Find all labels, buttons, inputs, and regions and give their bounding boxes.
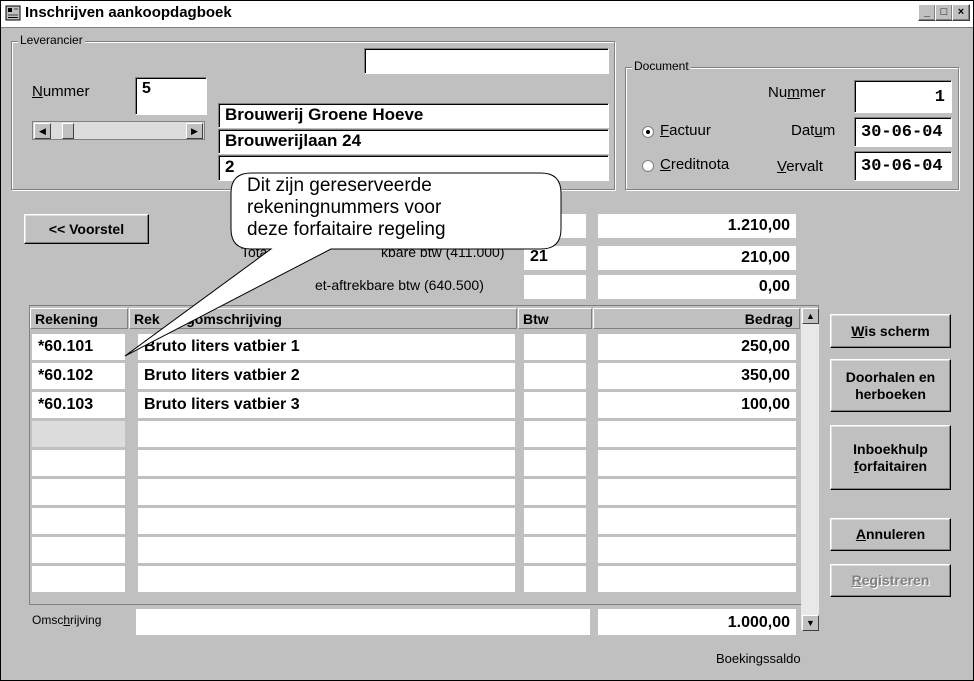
creditnota-label[interactable]: Creditnota <box>660 156 729 173</box>
document-nummer-label: Nummer <box>768 84 826 101</box>
app-icon <box>5 5 21 21</box>
close-icon[interactable]: × <box>952 4 970 21</box>
doorhalen-button[interactable]: Doorhalen en herboeken <box>830 359 951 412</box>
callout-line-1: Dit zijn gereserveerde <box>247 175 432 196</box>
row-9-bedrag-cell[interactable] <box>598 566 796 592</box>
row-3-bedrag-cell[interactable]: 100,00 <box>598 392 796 418</box>
row-3-btw-cell[interactable] <box>524 392 586 418</box>
row-3-omschrijving-cell[interactable]: Bruto liters vatbier 3 <box>138 392 515 418</box>
omschrijving-label: Omschrijving <box>32 613 102 627</box>
row-5-btw-cell[interactable] <box>524 450 586 476</box>
row-7-btw-cell[interactable] <box>524 508 586 534</box>
callout-line-2: rekeningnummers voor <box>247 197 442 218</box>
leverancier-scrollbar[interactable]: ◀ ▶ <box>32 121 205 140</box>
row-2-bedrag-cell[interactable]: 350,00 <box>598 363 796 389</box>
document-nummer-input[interactable]: 1 <box>854 80 952 113</box>
minimize-icon[interactable]: _ <box>918 4 936 21</box>
annuleren-button[interactable]: Annuleren <box>830 518 951 551</box>
row-4-rekening-cell[interactable] <box>32 421 125 447</box>
row-8-omschrijving-cell[interactable] <box>138 537 515 563</box>
leverancier-naam-field[interactable]: Brouwerij Groene Hoeve <box>218 103 609 128</box>
scroll-down-icon[interactable]: ▼ <box>802 615 819 631</box>
grid-scrollbar[interactable] <box>801 308 819 631</box>
row-2-rekening-cell[interactable]: *60.102 <box>32 363 125 389</box>
callout-line-3: deze forfaitaire regeling <box>247 219 446 240</box>
row-9-btw-cell[interactable] <box>524 566 586 592</box>
scroll-up-icon[interactable]: ▲ <box>802 308 819 324</box>
wis-scherm-button[interactable]: Wis scherm <box>830 314 951 348</box>
window-title: Inschrijven aankoopdagboek <box>25 4 232 21</box>
header-rekening[interactable]: Rekening <box>30 308 128 329</box>
row-9-omschrijving-cell[interactable] <box>138 566 515 592</box>
scroll-left-icon[interactable]: ◀ <box>34 123 51 139</box>
row-9-rekening-cell[interactable] <box>32 566 125 592</box>
row-4-btw-cell[interactable] <box>524 421 586 447</box>
header-bedrag[interactable]: Bedrag <box>593 308 800 329</box>
datum-input[interactable]: 30-06-04 <box>854 117 952 147</box>
aftrek-value[interactable]: 210,00 <box>598 246 796 270</box>
saldo-value: 1.000,00 <box>598 609 796 635</box>
omschrijving-input[interactable] <box>136 609 590 635</box>
factuur-radio[interactable] <box>642 126 654 138</box>
row-6-rekening-cell[interactable] <box>32 479 125 505</box>
leverancier-nummer-input[interactable]: 5 <box>135 77 207 115</box>
row-1-bedrag-cell[interactable]: 250,00 <box>598 334 796 360</box>
leverancier-group-label: Leverancier <box>18 33 85 47</box>
niet-aftrek-value[interactable]: 0,00 <box>598 275 796 299</box>
creditnota-radio[interactable] <box>642 160 654 172</box>
scroll-right-icon[interactable]: ▶ <box>186 123 203 139</box>
vervalt-input[interactable]: 30-06-04 <box>854 151 952 181</box>
row-7-bedrag-cell[interactable] <box>598 508 796 534</box>
row-5-bedrag-cell[interactable] <box>598 450 796 476</box>
inboekhulp-button[interactable]: Inboekhulp forfaitairen <box>830 425 951 490</box>
title-bar[interactable]: Inschrijven aankoopdagboek _ □ × <box>1 1 973 28</box>
row-5-rekening-cell[interactable] <box>32 450 125 476</box>
row-2-omschrijving-cell[interactable]: Bruto liters vatbier 2 <box>138 363 515 389</box>
leverancier-extra-field[interactable] <box>364 48 609 74</box>
row-7-rekening-cell[interactable] <box>32 508 125 534</box>
document-group-label: Document <box>632 59 691 73</box>
maximize-icon[interactable]: □ <box>935 4 953 21</box>
vervalt-label: Vervalt <box>777 158 823 175</box>
main-window: Inschrijven aankoopdagboek _ □ × Leveran… <box>0 0 974 681</box>
row-6-btw-cell[interactable] <box>524 479 586 505</box>
row-6-omschrijving-cell[interactable] <box>138 479 515 505</box>
row-8-btw-cell[interactable] <box>524 537 586 563</box>
factuur-label[interactable]: Factuur <box>660 122 711 139</box>
row-6-bedrag-cell[interactable] <box>598 479 796 505</box>
leverancier-nummer-label: Nummer <box>32 83 90 100</box>
row-4-bedrag-cell[interactable] <box>598 421 796 447</box>
datum-label: Datum <box>791 122 836 139</box>
scroll-thumb[interactable] <box>62 123 74 139</box>
row-8-rekening-cell[interactable] <box>32 537 125 563</box>
row-2-btw-cell[interactable] <box>524 363 586 389</box>
row-1-rekening-cell[interactable]: *60.101 <box>32 334 125 360</box>
row-8-bedrag-cell[interactable] <box>598 537 796 563</box>
row-3-rekening-cell[interactable]: *60.103 <box>32 392 125 418</box>
total-value[interactable]: 1.210,00 <box>598 214 796 238</box>
saldo-label: Boekingssaldo <box>716 651 801 666</box>
row-5-omschrijving-cell[interactable] <box>138 450 515 476</box>
registreren-button[interactable]: Registreren <box>830 564 951 597</box>
row-7-omschrijving-cell[interactable] <box>138 508 515 534</box>
row-4-omschrijving-cell[interactable] <box>138 421 515 447</box>
